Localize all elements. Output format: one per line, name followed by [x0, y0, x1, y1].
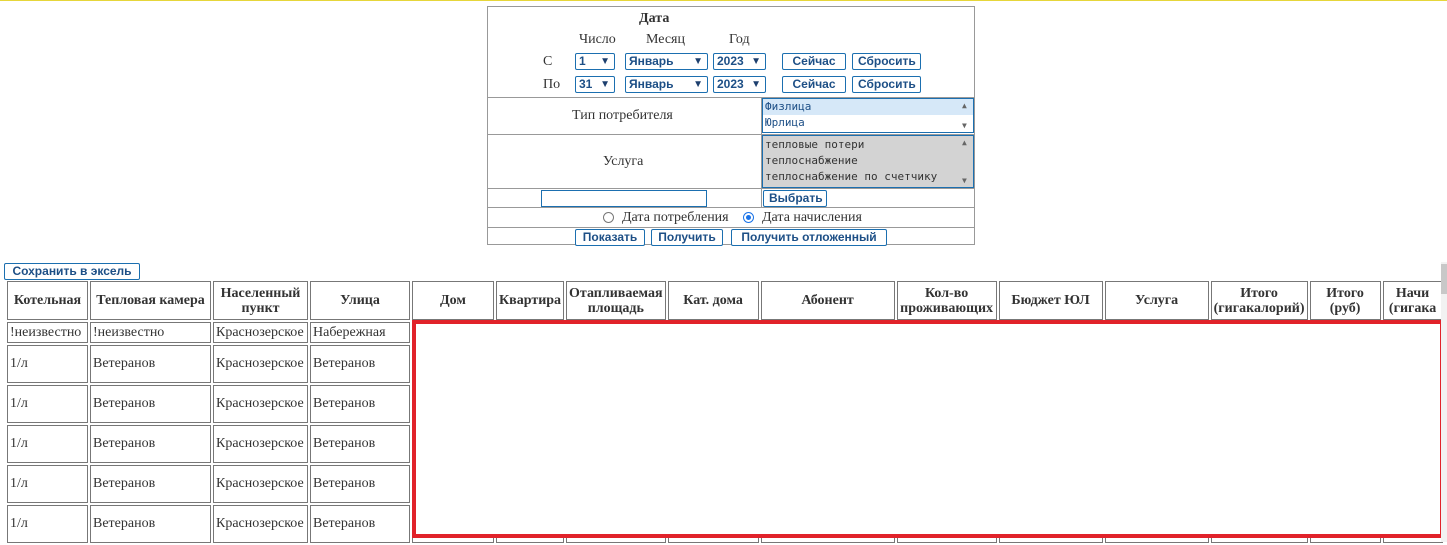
header-boiler[interactable]: Котельная [7, 281, 88, 320]
cell-heat-chamber: Ветеранов [90, 385, 211, 423]
consumer-type-option[interactable]: Физлица [763, 99, 973, 115]
header-house[interactable]: Дом [412, 281, 494, 320]
cell-locality: Краснозерское [213, 385, 308, 423]
show-button[interactable]: Показать [575, 229, 645, 246]
header-heat-chamber[interactable]: Тепловая камера [90, 281, 211, 320]
consumer-type-label: Тип потребителя [572, 108, 673, 123]
service-listbox[interactable]: тепловые потери теплоснабжение теплоснаб… [762, 135, 974, 188]
header-house-category[interactable]: Кат. дома [667, 281, 759, 320]
chevron-down-icon: ▼ [693, 56, 703, 67]
cell-heat-chamber: !неизвестно [90, 322, 211, 343]
page-scrollbar[interactable] [1441, 262, 1447, 542]
cell-boiler: 1/л [7, 465, 88, 503]
table-header-row: Котельная Тепловая камера Населенный пун… [7, 281, 1443, 320]
header-total-rub[interactable]: Итого (руб) [1309, 281, 1381, 320]
chevron-down-icon: ▼ [693, 79, 703, 90]
search-section: Выбрать [488, 189, 974, 208]
header-heated-area[interactable]: Отапливаемая площадь [566, 281, 666, 320]
search-input[interactable] [541, 190, 707, 207]
service-option[interactable]: теплоснабжение [763, 153, 973, 169]
cell-street: Ветеранов [310, 465, 410, 503]
cell-boiler: 1/л [7, 505, 88, 543]
choose-button[interactable]: Выбрать [763, 190, 827, 207]
year-column-label: Год [729, 32, 750, 47]
cell-locality: Краснозерское [213, 465, 308, 503]
date-mode-section: Дата потребления Дата начисления [488, 208, 974, 228]
listbox-scrollbar[interactable]: ▲ ▼ [958, 136, 973, 187]
radio-accrual-date[interactable] [743, 212, 754, 223]
cell-boiler: !неизвестно [7, 322, 88, 343]
to-month-select[interactable]: Январь ▼ [625, 76, 708, 93]
consumer-type-option[interactable]: Юрлица [763, 115, 973, 131]
header-street[interactable]: Улица [310, 281, 410, 320]
chevron-down-icon: ▼ [600, 56, 610, 67]
cell-locality: Краснозерское [213, 345, 308, 383]
get-button[interactable]: Получить [651, 229, 723, 246]
to-reset-button[interactable]: Сбросить [852, 76, 921, 93]
header-residents[interactable]: Кол-во проживающих [896, 281, 997, 320]
cell-street: Ветеранов [310, 385, 410, 423]
top-border [0, 0, 1447, 1]
cell-street: Ветеранов [310, 505, 410, 543]
radio-consumption-date[interactable] [603, 212, 614, 223]
date-title: Дата [639, 11, 670, 26]
header-accrued-gcal[interactable]: Начи (гигака [1382, 281, 1443, 320]
cell-boiler: 1/л [7, 385, 88, 423]
filter-panel: Дата Число Месяц Год С 1 ▼ Январь ▼ 2023 ▼ … [487, 6, 975, 246]
cell-heat-chamber: Ветеранов [90, 425, 211, 463]
redacted-highlight-box [412, 320, 1444, 538]
cell-heat-chamber: Ветеранов [90, 505, 211, 543]
from-label: С [543, 54, 553, 69]
cell-street: Ветеранов [310, 425, 410, 463]
header-total-gcal[interactable]: Итого (гигакалорий) [1210, 281, 1308, 320]
date-section: Дата Число Месяц Год С 1 ▼ Январь ▼ 2023 ▼ … [488, 7, 974, 98]
save-excel-button[interactable]: Сохранить в эксель [4, 263, 140, 280]
cell-street: Ветеранов [310, 345, 410, 383]
header-locality[interactable]: Населенный пункт [213, 281, 308, 320]
cell-heat-chamber: Ветеранов [90, 345, 211, 383]
service-label: Услуга [603, 154, 644, 169]
from-now-button[interactable]: Сейчас [782, 53, 846, 70]
scroll-up-icon[interactable]: ▲ [962, 101, 967, 110]
day-column-label: Число [579, 32, 616, 47]
scroll-down-icon[interactable]: ▼ [962, 121, 967, 130]
chevron-down-icon: ▼ [751, 79, 761, 90]
service-option[interactable]: тепловые потери [763, 136, 973, 153]
header-service[interactable]: Услуга [1104, 281, 1209, 320]
get-deferred-button[interactable]: Получить отложенный [731, 229, 887, 246]
from-reset-button[interactable]: Сбросить [852, 53, 921, 70]
month-column-label: Месяц [646, 32, 685, 47]
from-month-select[interactable]: Январь ▼ [625, 53, 708, 70]
to-now-button[interactable]: Сейчас [782, 76, 846, 93]
section-divider [761, 189, 762, 207]
from-year-select[interactable]: 2023 ▼ [713, 53, 766, 70]
consumer-type-section: Тип потребителя Физлица Юрлица ▲ ▼ [488, 98, 974, 135]
cell-heat-chamber: Ветеранов [90, 465, 211, 503]
cell-street: Набережная [310, 322, 410, 343]
to-label: По [543, 77, 561, 92]
cell-locality: Краснозерское [213, 425, 308, 463]
cell-locality: Краснозерское [213, 322, 308, 343]
cell-boiler: 1/л [7, 345, 88, 383]
from-day-select[interactable]: 1 ▼ [575, 53, 615, 70]
listbox-scrollbar[interactable]: ▲ ▼ [958, 99, 973, 132]
radio-consumption-label: Дата потребления [622, 210, 729, 225]
action-buttons-section: Показать Получить Получить отложенный [488, 228, 974, 246]
cell-boiler: 1/л [7, 425, 88, 463]
cell-locality: Краснозерское [213, 505, 308, 543]
header-budget[interactable]: Бюджет ЮЛ [998, 281, 1103, 320]
scroll-down-icon[interactable]: ▼ [962, 176, 967, 185]
chevron-down-icon: ▼ [751, 56, 761, 67]
scroll-up-icon[interactable]: ▲ [962, 138, 967, 147]
consumer-type-listbox[interactable]: Физлица Юрлица ▲ ▼ [762, 98, 974, 133]
to-year-select[interactable]: 2023 ▼ [713, 76, 766, 93]
radio-accrual-label: Дата начисления [762, 210, 862, 225]
to-day-select[interactable]: 31 ▼ [575, 76, 615, 93]
service-option[interactable]: теплоснабжение по счетчику [763, 169, 973, 185]
service-section: Услуга тепловые потери теплоснабжение те… [488, 135, 974, 189]
header-apartment[interactable]: Квартира [496, 281, 565, 320]
chevron-down-icon: ▼ [600, 79, 610, 90]
scrollbar-thumb[interactable] [1441, 264, 1447, 294]
header-subscriber[interactable]: Абонент [760, 281, 895, 320]
